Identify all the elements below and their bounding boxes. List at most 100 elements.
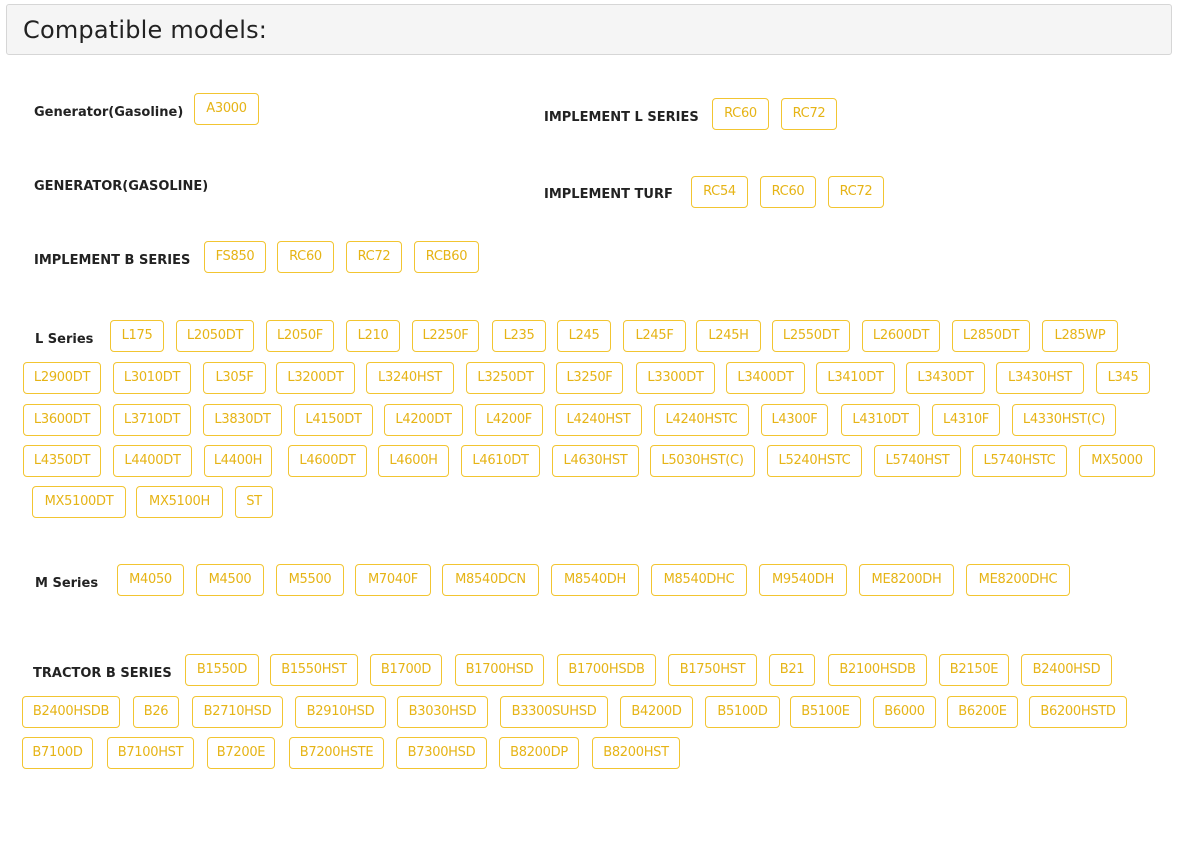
model-chip-l3410dt[interactable]: L3410DT bbox=[816, 362, 895, 394]
model-chip-b26[interactable]: B26 bbox=[133, 696, 179, 728]
model-chip-b2710hsd[interactable]: B2710HSD bbox=[192, 696, 283, 728]
model-chip-l345[interactable]: L345 bbox=[1096, 362, 1150, 394]
model-chip-l3430dt[interactable]: L3430DT bbox=[906, 362, 985, 394]
model-chip-l3250f[interactable]: L3250F bbox=[556, 362, 623, 394]
model-chip-m8540dh[interactable]: M8540DH bbox=[551, 564, 639, 596]
model-chip-l4150dt[interactable]: L4150DT bbox=[294, 404, 373, 436]
model-chip-l5740hst[interactable]: L5740HST bbox=[874, 445, 961, 477]
model-chip-l4610dt[interactable]: L4610DT bbox=[461, 445, 540, 477]
model-chip-b1700hsdb[interactable]: B1700HSDB bbox=[557, 654, 656, 686]
model-chip-m4500[interactable]: M4500 bbox=[196, 564, 264, 596]
model-chip-l4400dt[interactable]: L4400DT bbox=[113, 445, 192, 477]
model-chip-m8540dhc[interactable]: M8540DHC bbox=[651, 564, 747, 596]
model-chip-l2050f[interactable]: L2050F bbox=[266, 320, 334, 352]
model-chip-l4310f[interactable]: L4310F bbox=[932, 404, 1000, 436]
model-chip-l305f[interactable]: L305F bbox=[203, 362, 266, 394]
model-chip-l4240hstc[interactable]: L4240HSTC bbox=[654, 404, 749, 436]
model-chip-b6200e[interactable]: B6200E bbox=[947, 696, 1018, 728]
model-chip-b3030hsd[interactable]: B3030HSD bbox=[397, 696, 488, 728]
model-chip-b2910hsd[interactable]: B2910HSD bbox=[295, 696, 386, 728]
model-chip-l4310dt[interactable]: L4310DT bbox=[841, 404, 920, 436]
model-chip-b5100e[interactable]: B5100E bbox=[790, 696, 861, 728]
model-chip-l4400h[interactable]: L4400H bbox=[204, 445, 272, 477]
model-chip-rc72[interactable]: RC72 bbox=[828, 176, 884, 208]
model-chip-l210[interactable]: L210 bbox=[346, 320, 400, 352]
model-chip-m8540dcn[interactable]: M8540DCN bbox=[442, 564, 539, 596]
model-chip-l3010dt[interactable]: L3010DT bbox=[113, 362, 191, 394]
model-chip-b4200d[interactable]: B4200D bbox=[620, 696, 693, 728]
model-chip-b2150e[interactable]: B2150E bbox=[939, 654, 1009, 686]
model-chip-l175[interactable]: L175 bbox=[110, 320, 164, 352]
model-chip-rc72[interactable]: RC72 bbox=[346, 241, 402, 273]
model-chip-l4350dt[interactable]: L4350DT bbox=[23, 445, 101, 477]
model-chip-rc60[interactable]: RC60 bbox=[277, 241, 334, 273]
model-chip-l245[interactable]: L245 bbox=[557, 320, 611, 352]
model-chip-b7300hsd[interactable]: B7300HSD bbox=[396, 737, 487, 769]
model-chip-a3000[interactable]: A3000 bbox=[194, 93, 259, 125]
model-chip-l2600dt[interactable]: L2600DT bbox=[862, 320, 940, 352]
model-chip-l2550dt[interactable]: L2550DT bbox=[772, 320, 850, 352]
model-chip-rcb60[interactable]: RCB60 bbox=[414, 241, 479, 273]
model-chip-m4050[interactable]: M4050 bbox=[117, 564, 184, 596]
model-chip-b1550d[interactable]: B1550D bbox=[185, 654, 259, 686]
model-chip-m9540dh[interactable]: M9540DH bbox=[759, 564, 847, 596]
model-chip-l3250dt[interactable]: L3250DT bbox=[466, 362, 545, 394]
model-chip-b2400hsdb[interactable]: B2400HSDB bbox=[22, 696, 120, 728]
model-chip-l3600dt[interactable]: L3600DT bbox=[23, 404, 101, 436]
model-chip-l3710dt[interactable]: L3710DT bbox=[113, 404, 191, 436]
model-chip-b2100hsdb[interactable]: B2100HSDB bbox=[828, 654, 927, 686]
model-chip-b5100d[interactable]: B5100D bbox=[705, 696, 780, 728]
model-chip-l3400dt[interactable]: L3400DT bbox=[726, 362, 805, 394]
model-chip-b1700hsd[interactable]: B1700HSD bbox=[455, 654, 544, 686]
model-chip-l4200dt[interactable]: L4200DT bbox=[384, 404, 463, 436]
model-chip-l3200dt[interactable]: L3200DT bbox=[276, 362, 355, 394]
model-chip-l5740hstc[interactable]: L5740HSTC bbox=[972, 445, 1067, 477]
model-chip-l5030hst-c[interactable]: L5030HST(C) bbox=[650, 445, 755, 477]
model-chip-st[interactable]: ST bbox=[235, 486, 273, 518]
model-chip-b3300suhsd[interactable]: B3300SUHSD bbox=[500, 696, 608, 728]
model-chip-rc54[interactable]: RC54 bbox=[691, 176, 748, 208]
model-chip-fs850[interactable]: FS850 bbox=[204, 241, 266, 273]
model-chip-l3300dt[interactable]: L3300DT bbox=[636, 362, 715, 394]
model-chip-rc60[interactable]: RC60 bbox=[712, 98, 769, 130]
model-chip-mx5100dt[interactable]: MX5100DT bbox=[32, 486, 126, 518]
model-chip-l4600h[interactable]: L4600H bbox=[378, 445, 449, 477]
model-chip-b7100hst[interactable]: B7100HST bbox=[107, 737, 194, 769]
model-chip-b1750hst[interactable]: B1750HST bbox=[668, 654, 757, 686]
model-chip-l4300f[interactable]: L4300F bbox=[761, 404, 828, 436]
model-chip-me8200dh[interactable]: ME8200DH bbox=[859, 564, 954, 596]
model-chip-rc72[interactable]: RC72 bbox=[781, 98, 837, 130]
model-chip-b7200e[interactable]: B7200E bbox=[207, 737, 275, 769]
model-chip-l4630hst[interactable]: L4630HST bbox=[552, 445, 639, 477]
model-chip-l235[interactable]: L235 bbox=[492, 320, 546, 352]
model-chip-l2850dt[interactable]: L2850DT bbox=[952, 320, 1030, 352]
model-chip-l3830dt[interactable]: L3830DT bbox=[203, 404, 282, 436]
model-chip-l2050dt[interactable]: L2050DT bbox=[176, 320, 254, 352]
model-chip-l245h[interactable]: L245H bbox=[696, 320, 761, 352]
model-chip-b7200hste[interactable]: B7200HSTE bbox=[289, 737, 384, 769]
model-chip-l4240hst[interactable]: L4240HST bbox=[555, 404, 642, 436]
model-chip-b1550hst[interactable]: B1550HST bbox=[270, 654, 358, 686]
model-chip-b7100d[interactable]: B7100D bbox=[22, 737, 93, 769]
model-chip-me8200dhc[interactable]: ME8200DHC bbox=[966, 564, 1070, 596]
model-chip-b8200dp[interactable]: B8200DP bbox=[499, 737, 579, 769]
model-chip-l4600dt[interactable]: L4600DT bbox=[288, 445, 367, 477]
model-chip-l245f[interactable]: L245F bbox=[623, 320, 686, 352]
model-chip-b6200hstd[interactable]: B6200HSTD bbox=[1029, 696, 1127, 728]
model-chip-rc60[interactable]: RC60 bbox=[760, 176, 816, 208]
model-chip-l285wp[interactable]: L285WP bbox=[1042, 320, 1118, 352]
model-chip-l2250f[interactable]: L2250F bbox=[412, 320, 479, 352]
model-chip-b2400hsd[interactable]: B2400HSD bbox=[1021, 654, 1112, 686]
model-chip-m5500[interactable]: M5500 bbox=[276, 564, 344, 596]
model-chip-m7040f[interactable]: M7040F bbox=[355, 564, 431, 596]
model-chip-l3240hst[interactable]: L3240HST bbox=[366, 362, 454, 394]
model-chip-l4330hst-c[interactable]: L4330HST(C) bbox=[1012, 404, 1116, 436]
model-chip-mx5000[interactable]: MX5000 bbox=[1079, 445, 1155, 477]
model-chip-mx5100h[interactable]: MX5100H bbox=[136, 486, 223, 518]
model-chip-l2900dt[interactable]: L2900DT bbox=[23, 362, 101, 394]
model-chip-l5240hstc[interactable]: L5240HSTC bbox=[767, 445, 862, 477]
model-chip-b1700d[interactable]: B1700D bbox=[370, 654, 442, 686]
model-chip-b6000[interactable]: B6000 bbox=[873, 696, 936, 728]
model-chip-b8200hst[interactable]: B8200HST bbox=[592, 737, 680, 769]
model-chip-b21[interactable]: B21 bbox=[769, 654, 815, 686]
